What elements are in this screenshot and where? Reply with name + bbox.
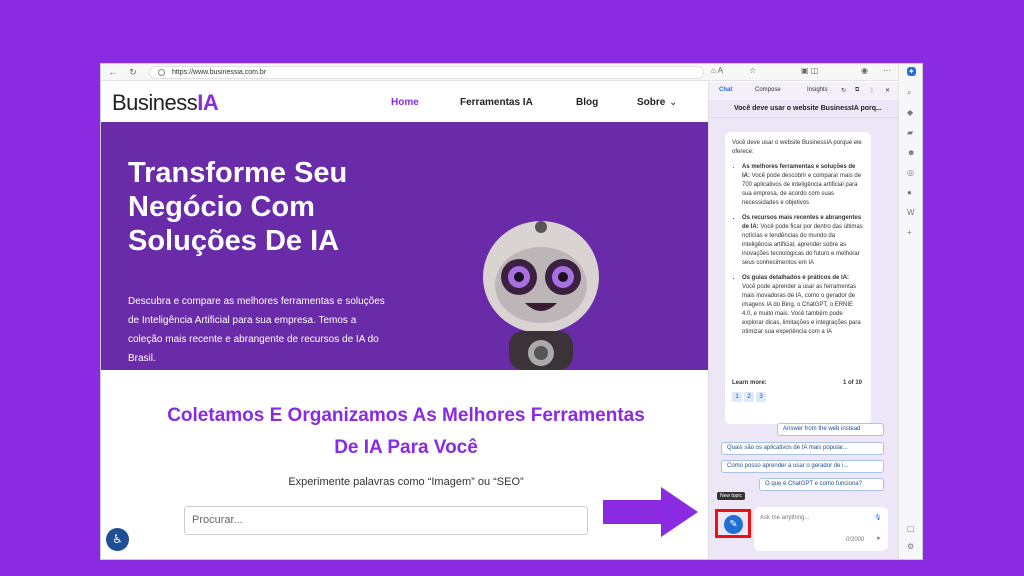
close-icon[interactable]: ✕ bbox=[885, 87, 890, 94]
item-text: Você pode ficar por dentro das últimas n… bbox=[742, 224, 863, 266]
source-pager[interactable]: 1 of 10 bbox=[843, 379, 862, 388]
copilot-icon[interactable]: ✦ bbox=[907, 67, 916, 76]
nav-home[interactable]: Home bbox=[391, 97, 419, 108]
collections-icon[interactable]: ▣ ◫ bbox=[801, 66, 818, 75]
lock-icon bbox=[158, 69, 165, 76]
circle-icon[interactable]: ◎ bbox=[907, 168, 914, 177]
ask-placeholder: Ask me anything... bbox=[760, 515, 810, 521]
char-counter: 0/2000 bbox=[846, 537, 865, 543]
edge-sidebar: ✦ ⌕ ◆ ▰ ☻ ◎ ● W + ▢ ⚙ bbox=[898, 64, 922, 559]
favorite-icon[interactable]: ☆ bbox=[749, 66, 756, 75]
person-icon[interactable]: ☻ bbox=[907, 148, 915, 157]
browser-window: ← ↻ https://www.businessia.com.br ⌂ A ☆ … bbox=[101, 64, 922, 559]
hero-section: Transforme Seu Negócio Com Soluções De I… bbox=[101, 122, 708, 370]
read-aloud-icon[interactable]: ⌂ A bbox=[711, 66, 723, 75]
open-icon[interactable]: ⧉ bbox=[855, 87, 859, 94]
new-topic-tooltip: New topic bbox=[717, 492, 745, 500]
new-topic-highlight: ✎ bbox=[715, 509, 751, 538]
source-link[interactable]: 3 bbox=[756, 392, 766, 402]
list-item: As melhores ferramentas e soluções de IA… bbox=[742, 163, 864, 208]
list-item: Os recursos mais recentes e abrangentes … bbox=[742, 214, 864, 268]
list-item: Os guias detalhados e práticos de IA: Vo… bbox=[742, 274, 864, 337]
site-logo[interactable]: BusinessIA bbox=[112, 90, 219, 116]
more-icon[interactable]: ⋮ bbox=[869, 87, 875, 94]
tab-compose[interactable]: Compose bbox=[755, 87, 781, 93]
source-link[interactable]: 2 bbox=[744, 392, 754, 402]
search-icon[interactable]: ⌕ bbox=[907, 88, 911, 98]
back-icon[interactable]: ← bbox=[107, 67, 119, 78]
more-icon[interactable]: ⋯ bbox=[883, 66, 891, 75]
outlook-icon[interactable]: ● bbox=[907, 188, 912, 197]
send-icon[interactable]: ➤ bbox=[876, 535, 881, 542]
search-input[interactable]: Procurar... bbox=[184, 506, 588, 535]
tag-icon[interactable]: ◆ bbox=[907, 108, 913, 117]
logo-accent: IA bbox=[197, 90, 219, 115]
gear-icon[interactable]: ⚙ bbox=[907, 542, 914, 551]
url-text: https://www.businessia.com.br bbox=[172, 69, 267, 76]
response-list: As melhores ferramentas e soluções de IA… bbox=[732, 163, 864, 337]
source-links: 123 bbox=[732, 392, 768, 402]
suggestion-chip[interactable]: O que é ChatGPT e como funciona? bbox=[759, 478, 884, 491]
briefcase-icon[interactable]: ▰ bbox=[907, 128, 913, 137]
chevron-down-icon[interactable]: ⌄ bbox=[669, 97, 677, 108]
nav-blog[interactable]: Blog bbox=[576, 97, 598, 108]
tab-insights[interactable]: Insights bbox=[807, 87, 828, 93]
ask-input[interactable]: Ask me anything... 🎙 0/2000 ➤ bbox=[754, 507, 888, 551]
hero-text: Descubra e compare as melhores ferrament… bbox=[128, 296, 385, 364]
suggestion-chip[interactable]: Como posso aprender a usar o gerador de … bbox=[721, 460, 884, 473]
panel-icon[interactable]: ▢ bbox=[907, 524, 915, 533]
item-text: Você pode descobrir e comparar mais de 7… bbox=[742, 173, 862, 206]
plus-icon[interactable]: + bbox=[907, 228, 912, 237]
item-bold: Os guias detalhados e práticos de IA: bbox=[742, 275, 850, 281]
refresh-icon[interactable]: ↻ bbox=[127, 67, 139, 78]
new-topic-button[interactable]: ✎ bbox=[724, 515, 743, 534]
suggestion-web[interactable]: Answer from the web instead bbox=[777, 423, 884, 436]
robot-illustration bbox=[483, 221, 599, 370]
address-bar[interactable]: https://www.businessia.com.br bbox=[149, 66, 704, 79]
accessibility-icon[interactable]: ♿ bbox=[106, 528, 129, 551]
arrow-pointer bbox=[603, 487, 698, 537]
tab-chat[interactable]: Chat bbox=[719, 87, 732, 93]
copilot-tabs: Chat Compose Insights ↻ ⧉ ⋮ ✕ bbox=[709, 82, 899, 100]
item-text: Você pode aprender a usar as ferramentas… bbox=[742, 284, 861, 335]
suggestion-chip[interactable]: Quais são os aplicativos de IA mais popu… bbox=[721, 442, 884, 455]
conversation-subject: Você deve usar o website BusinessIA porq… bbox=[709, 100, 899, 118]
copilot-sidebar: Chat Compose Insights ↻ ⧉ ⋮ ✕ Você deve … bbox=[708, 82, 899, 559]
profile-icon[interactable]: ◉ bbox=[861, 66, 868, 75]
chat-response: Você deve usar o website BusinessIA porq… bbox=[725, 132, 871, 424]
nav-sobre[interactable]: Sobre bbox=[637, 97, 665, 108]
browser-toolbar: ← ↻ https://www.businessia.com.br ⌂ A ☆ … bbox=[101, 64, 922, 81]
hero-title: Transforme Seu Negócio Com Soluções De I… bbox=[128, 157, 348, 257]
nav-ferramentas[interactable]: Ferramentas IA bbox=[460, 97, 533, 108]
logo-main: Business bbox=[112, 90, 198, 115]
search-hint: Experimente palavras como “Imagem” ou “S… bbox=[288, 476, 524, 488]
learn-more-label: Learn more: bbox=[732, 380, 767, 386]
response-intro: Você deve usar o website BusinessIA porq… bbox=[732, 140, 862, 155]
mic-icon[interactable]: 🎙 bbox=[874, 514, 882, 521]
source-link[interactable]: 1 bbox=[732, 392, 742, 402]
section-title: Coletamos E Organizamos As Melhores Ferr… bbox=[167, 405, 645, 458]
word-icon[interactable]: W bbox=[907, 208, 915, 217]
refresh-icon[interactable]: ↻ bbox=[841, 87, 846, 94]
